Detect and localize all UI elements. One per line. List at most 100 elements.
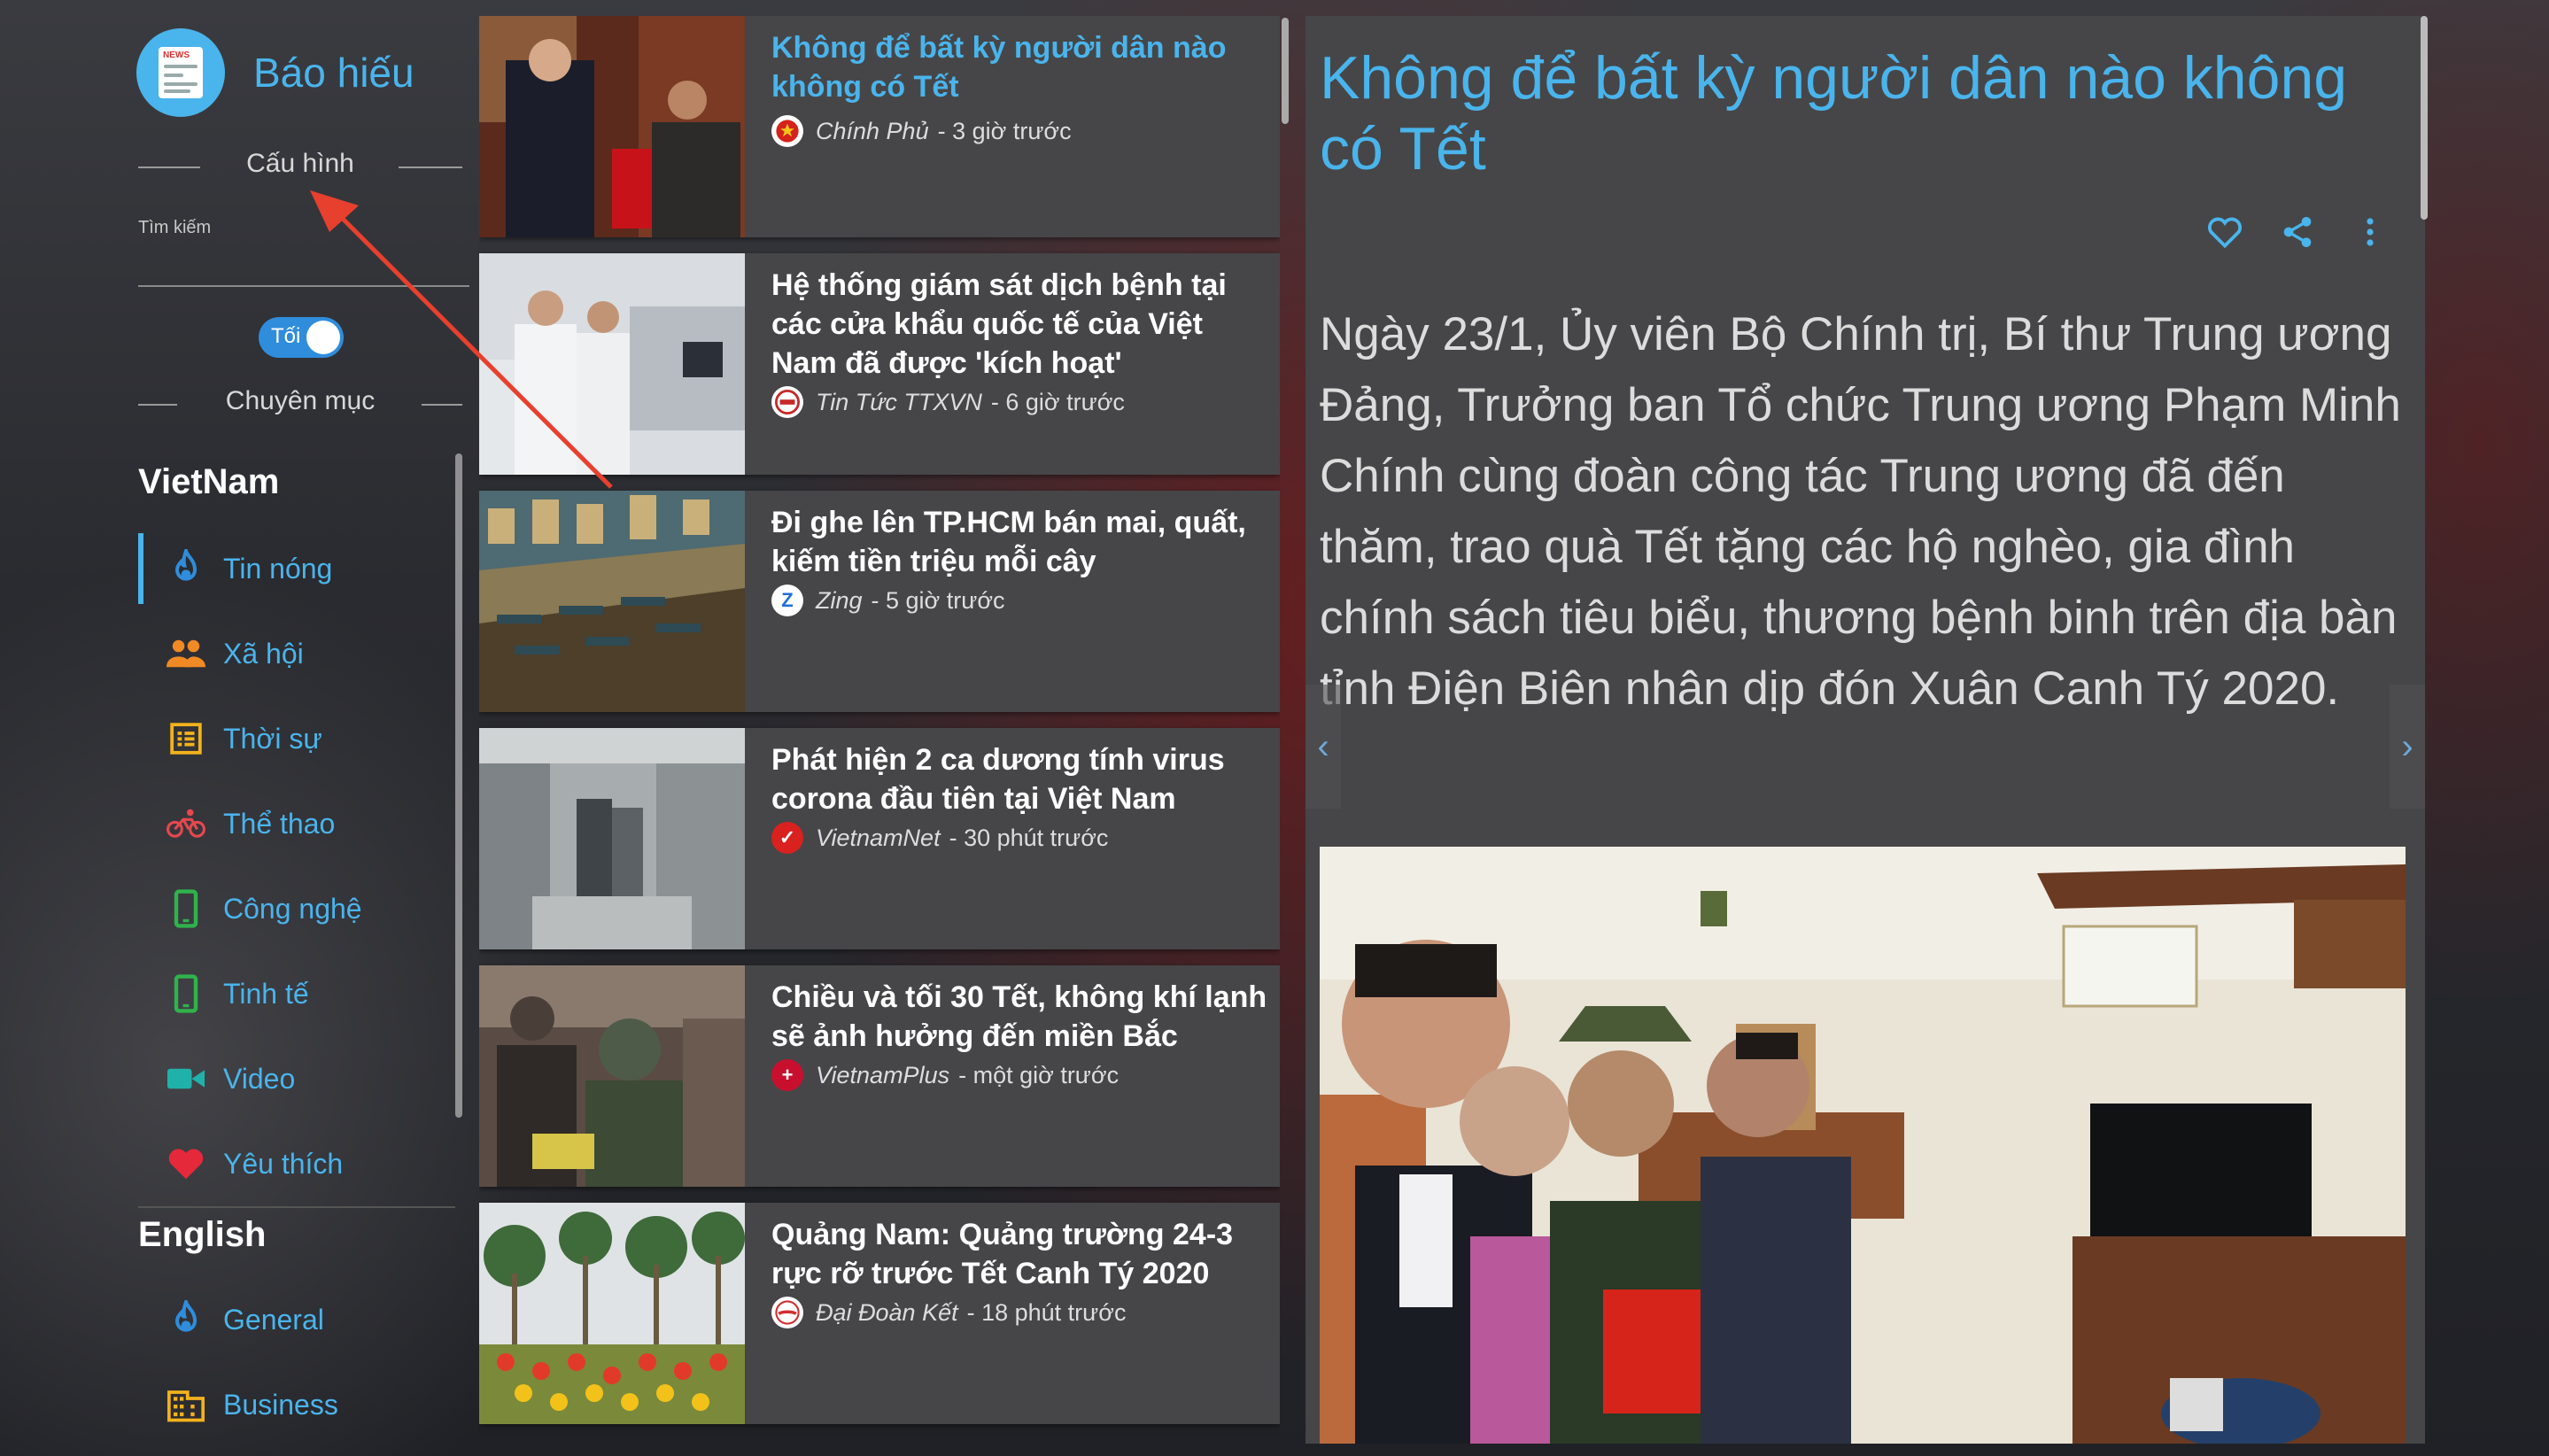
news-time: - một giờ trước bbox=[958, 1061, 1120, 1088]
sidebar-item-label: Video bbox=[223, 1062, 296, 1095]
news-title: Hệ thống giám sát dịch bệnh tại các cửa … bbox=[771, 268, 1227, 380]
article-body: Ngày 23/1, Ủy viên Bộ Chính trị, Bí thư … bbox=[1320, 308, 2401, 715]
chevron-left-icon[interactable]: ‹ bbox=[1305, 685, 1341, 809]
news-time: - 3 giờ trước bbox=[937, 117, 1072, 144]
heart-icon bbox=[167, 1144, 205, 1183]
vietnamplus-icon: + bbox=[771, 1059, 803, 1091]
divider-line bbox=[138, 404, 177, 406]
phone-icon bbox=[167, 974, 205, 1013]
search-input[interactable] bbox=[138, 239, 469, 287]
news-meta: Tin Tức TTXVN - 6 giờ trước bbox=[771, 386, 1125, 418]
sidebar-item-label: Tin nóng bbox=[223, 552, 333, 585]
video-camera-icon bbox=[167, 1059, 205, 1098]
heart-outline-icon[interactable] bbox=[2205, 213, 2244, 252]
daidoanket-icon bbox=[771, 1297, 803, 1328]
news-thumbnail bbox=[479, 728, 745, 949]
sidebar-item-video[interactable]: Video bbox=[138, 1043, 457, 1114]
news-card[interactable]: Chiều và tối 30 Tết, không khí lạnh sẽ ả… bbox=[479, 965, 1280, 1187]
sidebar-item-the-thao[interactable]: Thể thao bbox=[138, 788, 457, 859]
sidebar-scrollbar[interactable] bbox=[455, 453, 462, 1118]
news-title: Đi ghe lên TP.HCM bán mai, quất, kiếm ti… bbox=[771, 506, 1246, 578]
news-source: Tin Tức TTXVN bbox=[816, 388, 982, 415]
news-card[interactable]: Hệ thống giám sát dịch bệnh tại các cửa … bbox=[479, 253, 1280, 475]
news-source: Zing bbox=[816, 586, 863, 614]
chevron-right-icon[interactable]: › bbox=[2390, 685, 2425, 809]
people-icon bbox=[167, 634, 205, 673]
dark-mode-toggle[interactable]: Tối bbox=[259, 317, 344, 358]
news-meta: Z Zing - 5 giờ trước bbox=[771, 585, 1005, 616]
news-thumbnail bbox=[479, 16, 745, 237]
news-meta: Đại Đoàn Kết - 18 phút trước bbox=[771, 1297, 1126, 1328]
article-actions bbox=[2205, 213, 2390, 252]
zing-icon: Z bbox=[771, 585, 803, 616]
vietnamnet-icon: ✓ bbox=[771, 822, 803, 854]
sidebar-item-cong-nghe[interactable]: Công nghệ bbox=[138, 873, 457, 944]
sidebar-item-label: Thể thao bbox=[223, 807, 336, 840]
section-title-vietnam: VietNam bbox=[138, 462, 280, 501]
section-separator bbox=[138, 1206, 455, 1208]
news-thumbnail bbox=[479, 1203, 745, 1424]
divider-line bbox=[422, 404, 462, 406]
toggle-label: Tối bbox=[271, 324, 301, 348]
news-meta: + VietnamPlus - một giờ trước bbox=[771, 1059, 1119, 1091]
news-time: - 18 phút trước bbox=[966, 1298, 1127, 1326]
app-logo: NEWS bbox=[136, 28, 225, 117]
fire-icon bbox=[167, 549, 205, 588]
sidebar-item-tin-nong[interactable]: Tin nóng bbox=[138, 533, 462, 604]
toggle-knob bbox=[306, 321, 340, 354]
news-meta: Chính Phủ - 3 giờ trước bbox=[771, 115, 1072, 147]
news-title: Chiều và tối 30 Tết, không khí lạnh sẽ ả… bbox=[771, 980, 1267, 1053]
news-card[interactable]: Quảng Nam: Quảng trường 24-3 rực rỡ trướ… bbox=[479, 1203, 1280, 1424]
news-title: Phát hiện 2 ca dương tính virus corona đ… bbox=[771, 743, 1225, 816]
sidebar-item-thoi-su[interactable]: Thời sự bbox=[138, 703, 457, 774]
search-label: Tìm kiếm bbox=[138, 218, 212, 237]
building-icon bbox=[167, 1385, 205, 1424]
news-card[interactable]: Đi ghe lên TP.HCM bán mai, quất, kiếm ti… bbox=[479, 491, 1280, 712]
sidebar-item-label: Tinh tế bbox=[223, 977, 309, 1010]
article-title: Không để bất kỳ người dân nào không có T… bbox=[1320, 44, 2348, 182]
news-source: VietnamPlus bbox=[816, 1061, 950, 1088]
phone-icon bbox=[167, 889, 205, 928]
gov-emblem-icon bbox=[771, 115, 803, 147]
news-card[interactable]: Phát hiện 2 ca dương tính virus corona đ… bbox=[479, 728, 1280, 949]
sidebar-item-label: Yêu thích bbox=[223, 1147, 344, 1180]
news-source: Chính Phủ bbox=[816, 117, 929, 144]
news-meta: ✓ VietnamNet - 30 phút trước bbox=[771, 822, 1108, 854]
sidebar: NEWS Báo hiếu Cấu hình Tìm kiếm Tối Chuy… bbox=[0, 0, 469, 1456]
news-source: Đại Đoàn Kết bbox=[816, 1298, 958, 1326]
config-heading: Cấu hình bbox=[246, 149, 354, 178]
news-thumbnail bbox=[479, 965, 745, 1187]
bike-icon bbox=[167, 804, 205, 843]
sidebar-item-label: General bbox=[223, 1303, 324, 1336]
more-vertical-icon[interactable] bbox=[2351, 213, 2390, 252]
news-title: Quảng Nam: Quảng trường 24-3 rực rỡ trướ… bbox=[771, 1218, 1234, 1290]
sidebar-item-business[interactable]: Business bbox=[138, 1369, 457, 1440]
categories-heading: Chuyên mục bbox=[225, 386, 376, 415]
sidebar-item-yeu-thich[interactable]: Yêu thích bbox=[138, 1128, 457, 1199]
article-photo bbox=[1320, 847, 2406, 1444]
news-list-scrollbar[interactable] bbox=[1282, 18, 1289, 124]
sidebar-item-label: Thời sự bbox=[223, 722, 322, 755]
list-icon bbox=[167, 719, 205, 758]
divider-line bbox=[399, 167, 462, 168]
sidebar-item-xa-hoi[interactable]: Xã hội bbox=[138, 618, 457, 689]
sidebar-item-general[interactable]: General bbox=[138, 1284, 457, 1355]
sidebar-item-label: Xã hội bbox=[223, 637, 304, 670]
news-source: VietnamNet bbox=[816, 824, 941, 851]
news-title: Không để bất kỳ người dân nào không có T… bbox=[771, 31, 1227, 104]
news-card[interactable]: Không để bất kỳ người dân nào không có T… bbox=[479, 16, 1280, 237]
article-panel: Không để bất kỳ người dân nào không có T… bbox=[1305, 16, 2425, 1444]
news-time: - 30 phút trước bbox=[949, 824, 1109, 851]
news-list: Không để bất kỳ người dân nào không có T… bbox=[479, 16, 1280, 1444]
news-time: - 6 giờ trước bbox=[990, 388, 1125, 415]
share-icon[interactable] bbox=[2278, 213, 2317, 252]
fire-icon bbox=[167, 1300, 205, 1339]
sidebar-item-label: Business bbox=[223, 1388, 338, 1421]
ttxvn-icon bbox=[771, 386, 803, 418]
article-scrollbar[interactable] bbox=[2421, 16, 2428, 220]
sidebar-item-tinh-te[interactable]: Tinh tế bbox=[138, 958, 457, 1029]
news-time: - 5 giờ trước bbox=[871, 586, 1005, 614]
news-thumbnail bbox=[479, 253, 745, 475]
sidebar-item-label: Công nghệ bbox=[223, 892, 362, 925]
news-thumbnail bbox=[479, 491, 745, 712]
